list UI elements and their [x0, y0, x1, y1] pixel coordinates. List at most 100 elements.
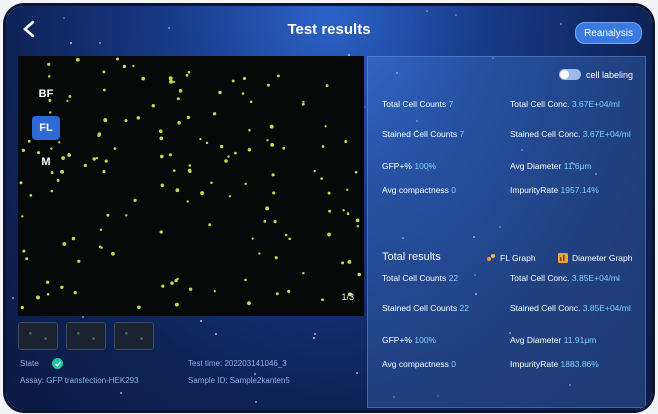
result-label: Stained Cell Conc. — [510, 129, 583, 139]
cell-dot — [342, 209, 345, 212]
star-decoration — [119, 391, 122, 394]
page-title: Test results — [287, 21, 371, 38]
cell-dot — [357, 272, 361, 277]
cell-dot — [75, 57, 80, 62]
cell-dot — [269, 124, 274, 129]
mode-bf-button[interactable]: BF — [32, 82, 60, 106]
fl-graph-button[interactable]: FL Graph — [486, 253, 536, 263]
cell-dot — [177, 121, 181, 125]
total-result-3: Stained Cell Conc. 3.85E+04/ml — [510, 303, 640, 314]
cell-dot — [270, 142, 275, 147]
cell-dot — [208, 223, 212, 227]
result-value: 7 — [448, 99, 454, 109]
cell-dot — [73, 291, 77, 295]
cell-dot — [242, 76, 247, 81]
result-label: Total Cell Counts — [382, 273, 449, 283]
thumbnail-3[interactable] — [114, 322, 154, 350]
result-label: Stained Cell Conc. — [510, 303, 583, 313]
cell-dot — [320, 177, 323, 180]
result-label: Stained Cell Counts — [382, 129, 460, 139]
cell-dot — [99, 228, 103, 231]
cell-dot — [106, 213, 110, 217]
fluorescence-image[interactable]: BF FL M 1/3 — [18, 56, 364, 316]
cell-dot — [92, 157, 96, 161]
cell-dot — [265, 206, 270, 211]
mode-fl-button[interactable]: FL — [32, 116, 60, 140]
sample-id-text: Sample ID: Sample2kanten5 — [188, 376, 290, 385]
cell-dot — [347, 259, 352, 264]
result-value: 22 — [459, 303, 469, 313]
cell-dot — [36, 295, 40, 300]
cell-dot — [132, 64, 135, 68]
result-label: GFP+% — [382, 161, 415, 171]
cell-dot — [133, 198, 137, 202]
cell-labeling-toggle[interactable] — [558, 69, 581, 80]
result-value: 7 — [459, 129, 465, 139]
thumbnail-strip — [18, 322, 154, 350]
cell-dot — [62, 242, 67, 246]
cell-dot — [247, 148, 252, 152]
cell-dot — [328, 209, 332, 213]
cell-dot — [210, 181, 213, 185]
cell-dot — [321, 298, 324, 302]
thumbnail-1[interactable] — [18, 322, 58, 350]
cell-dot — [111, 251, 115, 256]
cell-dot — [188, 164, 192, 167]
star-decoration — [253, 372, 256, 375]
result-value: 11.91μm — [563, 335, 597, 345]
cell-dot — [170, 281, 174, 285]
graph-icon — [487, 254, 495, 261]
cell-dot — [220, 144, 224, 149]
cell-dot — [141, 76, 146, 81]
cell-dot — [151, 104, 155, 108]
cell-dot — [102, 170, 106, 174]
result-value: 1957.14% — [560, 185, 599, 195]
star-decoration — [254, 401, 257, 404]
cell-dot — [355, 218, 360, 223]
mode-m-button[interactable]: M — [32, 150, 60, 174]
cell-dot — [137, 305, 141, 310]
cell-dot — [327, 232, 331, 237]
cell-dot — [266, 139, 269, 142]
cell-dot — [115, 57, 120, 61]
cell-dot — [49, 111, 52, 114]
thumbnail-2[interactable] — [66, 322, 106, 350]
top-bar: Test results Reanalysis — [6, 6, 652, 52]
cell-dot — [287, 289, 291, 293]
cell-dot — [200, 191, 205, 196]
result-label: Total Cell Counts — [382, 99, 449, 109]
cell-dot — [228, 195, 232, 198]
cell-dot — [176, 97, 180, 101]
current-result-1: Total Cell Conc. 3.67E+04/ml — [510, 99, 640, 110]
result-label: Avg Diameter — [510, 335, 564, 345]
cell-dot — [244, 182, 247, 185]
result-label: ImpurityRate — [510, 359, 561, 369]
cell-dot — [327, 191, 331, 195]
total-result-5: Avg Diameter 11.91μm — [510, 335, 640, 346]
total-result-2: Stained Cell Counts 22 — [382, 303, 512, 314]
cell-dot — [46, 280, 50, 284]
cell-dot — [113, 147, 117, 150]
result-value: 1883.86% — [560, 359, 599, 369]
reanalysis-button[interactable]: Reanalysis — [575, 22, 642, 44]
diameter-graph-button[interactable]: Diameter Graph — [558, 253, 632, 263]
cell-dot — [263, 220, 267, 223]
result-label: Avg compactness — [382, 185, 452, 195]
result-value: 11.6μm — [563, 161, 592, 171]
cell-dot — [324, 125, 327, 128]
current-result-5: Avg Diameter 11.6μm — [510, 161, 640, 172]
cell-dot — [288, 237, 292, 241]
result-label: ImpurityRate — [510, 185, 561, 195]
cell-dot — [249, 100, 253, 104]
current-result-4: GFP+% 100% — [382, 161, 512, 172]
cell-dot — [104, 159, 108, 163]
cell-dot — [175, 188, 180, 193]
cell-dot — [168, 153, 172, 157]
cell-dot — [172, 80, 176, 84]
diameter-graph-label: Diameter Graph — [572, 253, 633, 263]
total-results-title: Total results — [382, 251, 441, 263]
cell-dot — [27, 139, 31, 143]
cell-image-canvas — [19, 57, 361, 310]
result-label: Stained Cell Counts — [382, 303, 460, 313]
cell-dot — [275, 292, 279, 296]
